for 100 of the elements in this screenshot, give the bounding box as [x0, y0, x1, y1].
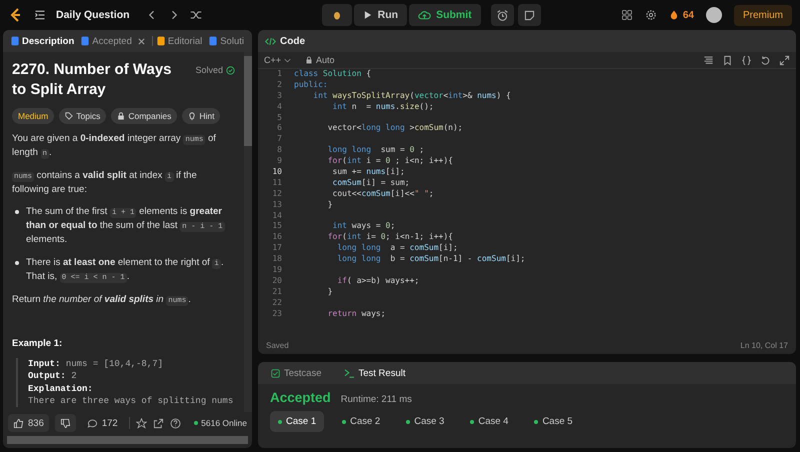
- help-icon[interactable]: [170, 418, 181, 428]
- line-number: 3: [276, 90, 282, 102]
- solved-status: Solved: [195, 64, 235, 78]
- list-icon[interactable]: [34, 9, 46, 21]
- case-tab[interactable]: Case 4: [462, 411, 516, 432]
- streak-counter[interactable]: 64: [668, 9, 694, 21]
- share-icon[interactable]: [152, 418, 164, 428]
- shuffle-icon[interactable]: [190, 9, 202, 21]
- daily-question-title[interactable]: Daily Question: [56, 9, 130, 21]
- chevron-down-icon: [284, 58, 292, 62]
- line-number: 17: [271, 243, 282, 254]
- close-icon[interactable]: [138, 38, 145, 44]
- cursor-position: Ln 10, Col 17: [740, 340, 788, 350]
- line-number: 6: [276, 123, 282, 134]
- alarm-clock-icon: [496, 8, 509, 22]
- example-title: Example 1:: [12, 336, 64, 350]
- star-icon[interactable]: [136, 418, 147, 428]
- code-line: long long b = comSum[n-1] - comSum[i];: [336, 254, 526, 266]
- terminal-icon: [344, 368, 354, 378]
- panel-tab[interactable]: Soluti: [206, 36, 247, 46]
- panel-tab[interactable]: Testcase: [265, 366, 328, 380]
- mode-label[interactable]: Auto: [305, 55, 335, 65]
- cloud-upload-icon: [418, 8, 432, 22]
- alarm-button[interactable]: [490, 4, 514, 26]
- note-button[interactable]: [518, 4, 541, 26]
- dislike-button[interactable]: [54, 414, 76, 432]
- line-number: 16: [271, 232, 282, 244]
- avatar[interactable]: [706, 7, 722, 23]
- horizontal-scrollbar[interactable]: [7, 436, 248, 444]
- code-line: comSum[i] = sum;: [332, 178, 410, 189]
- code-line: return ways;: [326, 308, 386, 320]
- line-number: 9: [276, 156, 282, 168]
- tag-chip[interactable]: Hint: [182, 108, 220, 124]
- line-number: 20: [271, 276, 282, 287]
- code-line: long long sum = 0 ;: [326, 145, 424, 156]
- line-number: 8: [276, 145, 282, 156]
- example-line: Output: 2: [28, 370, 78, 383]
- code-icon: [265, 36, 276, 46]
- case-tab[interactable]: Case 3: [398, 411, 452, 432]
- note-icon: [522, 8, 536, 22]
- case-tab[interactable]: Case 1: [270, 411, 324, 432]
- difficulty-badge: Medium: [12, 108, 54, 124]
- line-number: 11: [271, 178, 282, 189]
- code-line: public:: [294, 80, 328, 91]
- format-icon[interactable]: [703, 54, 714, 66]
- tag-chip[interactable]: Topics: [59, 108, 106, 124]
- bookmark-icon[interactable]: [722, 54, 733, 66]
- panel-tab[interactable]: Accepted: [78, 36, 151, 46]
- panel-tab[interactable]: Description: [8, 36, 78, 46]
- line-number: 19: [271, 265, 282, 276]
- panel-tab[interactable]: Editorial: [154, 36, 206, 46]
- reset-icon[interactable]: [760, 54, 771, 66]
- problem-title: 2270. Number of Ways to Split Array: [12, 60, 172, 99]
- code-line: }: [326, 286, 333, 298]
- code-line: long long a = comSum[i];: [336, 243, 458, 254]
- run-button[interactable]: Run: [354, 4, 408, 26]
- code-line: }: [326, 200, 333, 211]
- doc-icon: [11, 36, 19, 46]
- lock-icon: [117, 112, 126, 120]
- runtime-label: Runtime: 211 ms: [340, 394, 412, 405]
- play-icon: [362, 10, 373, 20]
- line-number: 5: [276, 112, 282, 124]
- grid-icon[interactable]: [620, 9, 633, 21]
- scrollbar[interactable]: [244, 52, 252, 412]
- like-button[interactable]: 836: [8, 414, 49, 432]
- line-number: 1: [276, 69, 282, 80]
- line-number: 4: [276, 102, 282, 113]
- line-number: 12: [271, 188, 282, 200]
- save-status: Saved: [266, 340, 289, 350]
- line-number: 13: [271, 200, 282, 211]
- code-line: for(int i= 0; i<n-1; i++){: [326, 232, 453, 244]
- example-line: Input: nums = [10,4,-8,7]: [28, 358, 164, 370]
- language-dropdown[interactable]: C++: [264, 55, 292, 65]
- comments-button[interactable]: 172: [82, 414, 123, 432]
- settings-icon[interactable]: [644, 9, 657, 21]
- code-line: sum += nums[i];: [332, 167, 405, 178]
- checkbox-icon: [271, 368, 280, 378]
- code-line: int n = nums.size();: [332, 102, 434, 113]
- check-circle-icon: [226, 66, 235, 76]
- code-line: vector<long long >comSum(n);: [326, 123, 463, 134]
- tag-chip[interactable]: Companies: [111, 108, 178, 124]
- flame-icon: [668, 9, 679, 21]
- lock-icon: [305, 56, 314, 64]
- braces-icon[interactable]: [741, 54, 752, 66]
- debug-button[interactable]: [322, 4, 352, 26]
- code-line: for(int i = 0 ; i<n; i++){: [326, 156, 453, 168]
- submit-button[interactable]: Submit: [409, 4, 481, 26]
- case-tab[interactable]: Case 2: [334, 411, 388, 432]
- line-number: 7: [276, 134, 282, 146]
- code-panel-title: Code: [280, 36, 305, 46]
- lightbulb-icon: [188, 112, 196, 120]
- code-line: cout<<comSum[i]<<" ";: [332, 188, 434, 200]
- expand-icon[interactable]: [779, 54, 790, 66]
- premium-button[interactable]: Premium: [734, 4, 792, 26]
- panel-tab[interactable]: Test Result: [338, 366, 412, 380]
- thumbs-down-icon: [60, 418, 71, 428]
- code-line: if( a>=b) ways++;: [336, 276, 420, 287]
- line-number: 14: [271, 210, 282, 222]
- verdict-label: Accepted: [270, 390, 331, 405]
- case-tab[interactable]: Case 5: [526, 411, 581, 432]
